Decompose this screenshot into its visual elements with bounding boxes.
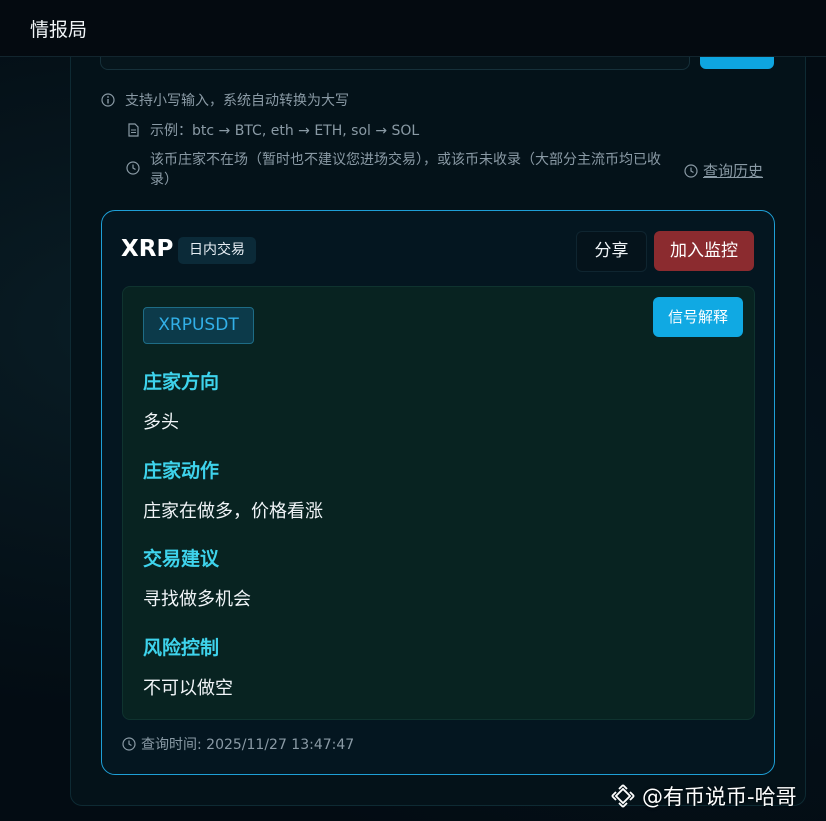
hint-example-text: 示例：btc → BTC, eth → ETH, sol → SOL	[150, 123, 420, 139]
info-icon	[101, 93, 115, 107]
section-value-suggestion: 寻找做多机会	[143, 589, 251, 610]
query-time: 查询时间: 2025/11/27 13:47:47	[122, 734, 354, 754]
clock-icon	[122, 737, 136, 751]
add-monitor-button[interactable]: 加入监控	[654, 231, 754, 271]
section-value-risk: 不可以做空	[143, 678, 233, 699]
app-title: 情报局	[30, 19, 88, 41]
trading-pair-tag: XRPUSDT	[143, 307, 254, 344]
query-time-text: 查询时间: 2025/11/27 13:47:47	[141, 737, 355, 753]
section-value-direction: 多头	[143, 412, 179, 433]
section-value-action: 庄家在做多，价格看涨	[143, 501, 323, 522]
query-history-link[interactable]: 查询历史	[684, 160, 763, 181]
trade-type-badge: 日内交易	[178, 237, 256, 264]
clock-icon	[684, 163, 698, 178]
top-bar: 情报局	[0, 0, 826, 57]
watermark: @有币说币-哈哥	[610, 781, 797, 811]
watermark-text: @有币说币-哈哥	[642, 785, 797, 809]
hint-example: 示例：btc → BTC, eth → ETH, sol → SOL	[126, 120, 419, 140]
signal-explain-button[interactable]: 信号解释	[653, 297, 743, 337]
section-title-action: 庄家动作	[143, 460, 220, 482]
document-icon	[128, 123, 139, 137]
section-title-direction: 庄家方向	[143, 371, 220, 393]
coin-symbol: XRP	[121, 236, 174, 262]
section-title-risk: 风险控制	[143, 637, 220, 659]
query-history-label[interactable]: 查询历史	[703, 160, 763, 181]
logo-icon	[611, 784, 635, 808]
hint-lowercase: 支持小写输入，系统自动转换为大写	[101, 90, 349, 110]
hint-lowercase-text: 支持小写输入，系统自动转换为大写	[125, 93, 349, 109]
clock-icon	[126, 161, 140, 175]
hint-not-listed-text: 该币庄家不在场（暂时也不建议您进场交易），或该币未收录（大部分主流币均已收录）	[150, 152, 661, 188]
section-title-suggestion: 交易建议	[143, 548, 220, 570]
hint-not-listed: 该币庄家不在场（暂时也不建议您进场交易），或该币未收录（大部分主流币均已收录）	[126, 150, 681, 190]
share-button[interactable]: 分享	[576, 231, 647, 272]
